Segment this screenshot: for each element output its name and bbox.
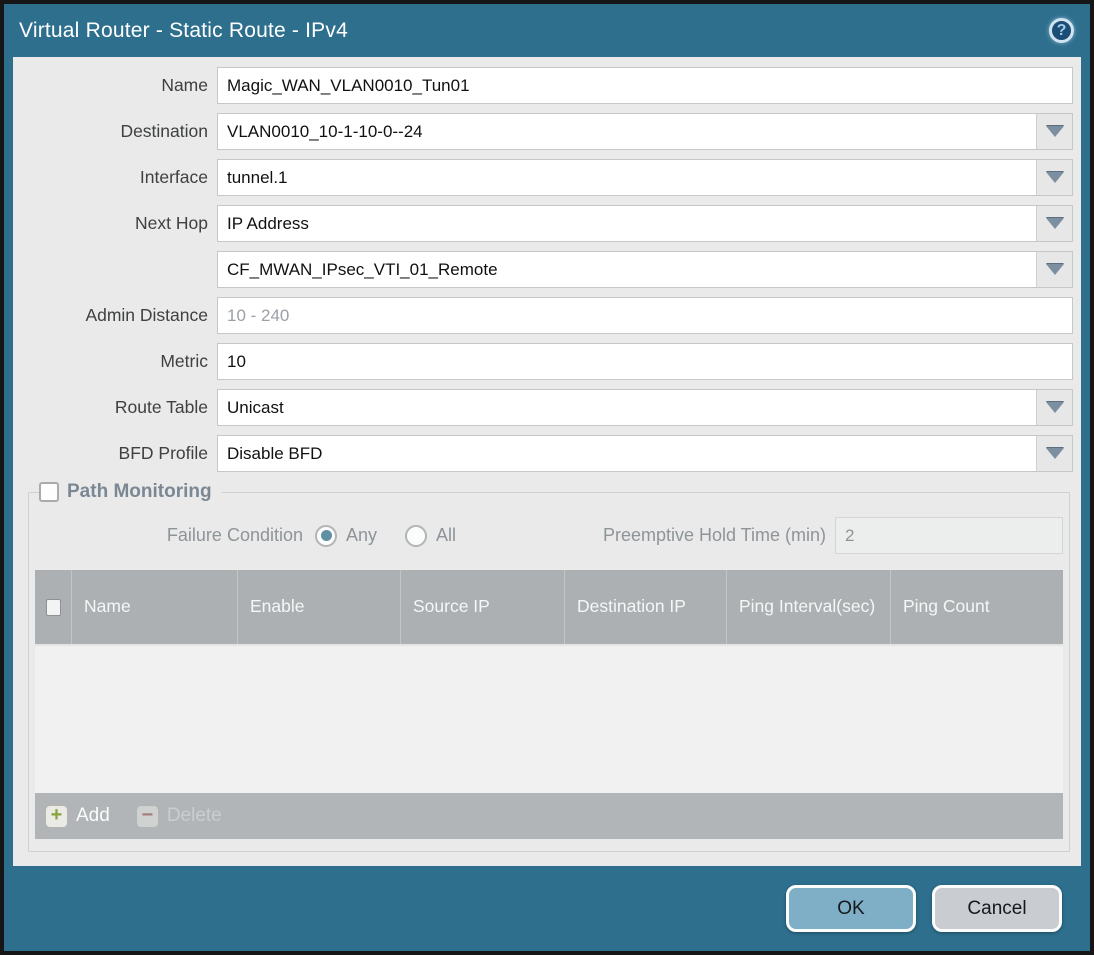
metric-input[interactable] [217, 343, 1073, 380]
bfd-profile-row: BFD Profile Disable BFD [21, 435, 1073, 472]
add-button-label: Add [76, 805, 110, 826]
bfd-profile-dropdown-button[interactable] [1036, 436, 1072, 471]
chevron-down-icon [1045, 172, 1064, 183]
next-hop-type-value: IP Address [227, 213, 309, 233]
help-icon[interactable]: ? [1049, 18, 1074, 43]
add-button[interactable]: + Add [45, 804, 110, 828]
chevron-down-icon [1045, 126, 1064, 137]
admin-distance-input[interactable] [217, 297, 1073, 334]
admin-distance-label: Admin Distance [85, 305, 208, 325]
interface-dropdown-button[interactable] [1036, 160, 1072, 195]
path-monitoring-table: Name Enable Source IP Destination IP Pin… [35, 570, 1063, 839]
path-monitoring-section: Path Monitoring Failure Condition Any Al… [28, 481, 1070, 852]
titlebar: Virtual Router - Static Route - IPv4 ? [4, 4, 1090, 57]
interface-select[interactable]: tunnel.1 [217, 159, 1073, 196]
table-header-ping-count: Ping Count [903, 596, 990, 617]
failure-condition-row: Failure Condition Any All Preemptive Hol… [35, 517, 1063, 554]
radio-all-label: All [436, 525, 457, 545]
failure-condition-label: Failure Condition [166, 525, 303, 545]
next-hop-ip-row: CF_MWAN_IPsec_VTI_01_Remote [21, 251, 1073, 288]
chevron-down-icon [1045, 448, 1064, 459]
bfd-profile-value: Disable BFD [227, 443, 323, 463]
table-header-select-all [35, 570, 72, 644]
route-table-value: Unicast [227, 397, 284, 417]
radio-option-any[interactable]: Any [315, 524, 378, 547]
interface-value: tunnel.1 [227, 167, 288, 187]
name-input[interactable] [217, 67, 1073, 104]
add-plus-icon: + [45, 804, 68, 828]
route-table-select[interactable]: Unicast [217, 389, 1073, 426]
bfd-profile-select[interactable]: Disable BFD [217, 435, 1073, 472]
table-header-source-ip: Source IP [401, 570, 565, 644]
next-hop-ip-dropdown-button[interactable] [1036, 252, 1072, 287]
table-header-ping-interval: Ping Interval(sec) [727, 570, 891, 644]
destination-dropdown-button[interactable] [1036, 114, 1072, 149]
dialog-footer: OK Cancel [4, 866, 1090, 951]
cancel-button[interactable]: Cancel [932, 885, 1062, 932]
interface-label: Interface [139, 167, 208, 187]
next-hop-row: Next Hop IP Address [21, 205, 1073, 242]
table-toolbar: + Add − Delete [35, 793, 1063, 839]
radio-any-label: Any [346, 525, 378, 545]
destination-value: VLAN0010_10-1-10-0--24 [227, 121, 423, 141]
next-hop-label: Next Hop [135, 213, 208, 233]
destination-label: Destination [120, 121, 208, 141]
destination-select[interactable]: VLAN0010_10-1-10-0--24 [217, 113, 1073, 150]
failure-condition-radio-group: Any All [315, 524, 484, 547]
next-hop-type-select[interactable]: IP Address [217, 205, 1073, 242]
table-header-name: Name [72, 570, 238, 644]
bfd-profile-label: BFD Profile [118, 443, 208, 463]
path-monitoring-title: Path Monitoring [67, 481, 212, 502]
next-hop-ip-select[interactable]: CF_MWAN_IPsec_VTI_01_Remote [217, 251, 1073, 288]
name-label: Name [161, 75, 208, 95]
delete-button[interactable]: − Delete [135, 804, 222, 828]
preemptive-hold-time-input[interactable] [835, 517, 1063, 554]
next-hop-type-dropdown-button[interactable] [1036, 206, 1072, 241]
table-header-enable: Enable [238, 570, 401, 644]
table-body-empty [35, 644, 1063, 793]
destination-row: Destination VLAN0010_10-1-10-0--24 [21, 113, 1073, 150]
select-all-checkbox[interactable] [45, 598, 61, 616]
ok-button[interactable]: OK [786, 885, 916, 932]
radio-any-icon[interactable] [315, 524, 337, 547]
chevron-down-icon [1045, 218, 1064, 229]
admin-distance-row: Admin Distance [21, 297, 1073, 334]
metric-label: Metric [160, 351, 208, 371]
dialog-title: Virtual Router - Static Route - IPv4 [19, 18, 348, 42]
name-row: Name [21, 67, 1073, 104]
radio-all-icon[interactable] [405, 524, 428, 547]
table-header-destination-ip: Destination IP [565, 570, 727, 644]
preemptive-hold-time-label: Preemptive Hold Time (min) [602, 525, 826, 545]
route-table-label: Route Table [114, 397, 208, 417]
static-route-dialog: Virtual Router - Static Route - IPv4 ? N… [0, 0, 1094, 955]
chevron-down-icon [1045, 264, 1064, 275]
route-table-dropdown-button[interactable] [1036, 390, 1072, 425]
route-table-row: Route Table Unicast [21, 389, 1073, 426]
delete-button-label: Delete [166, 805, 222, 826]
path-monitoring-checkbox[interactable] [39, 482, 59, 502]
chevron-down-icon [1045, 402, 1064, 413]
path-monitoring-legend: Path Monitoring [39, 481, 222, 503]
delete-minus-icon: − [135, 804, 159, 828]
metric-row: Metric [21, 343, 1073, 380]
dialog-body: Name Destination VLAN0010_10-1-10-0--24 … [13, 57, 1081, 866]
table-header: Name Enable Source IP Destination IP Pin… [35, 570, 1063, 644]
next-hop-ip-value: CF_MWAN_IPsec_VTI_01_Remote [227, 259, 498, 279]
radio-option-all[interactable]: All [405, 524, 457, 547]
interface-row: Interface tunnel.1 [21, 159, 1073, 196]
